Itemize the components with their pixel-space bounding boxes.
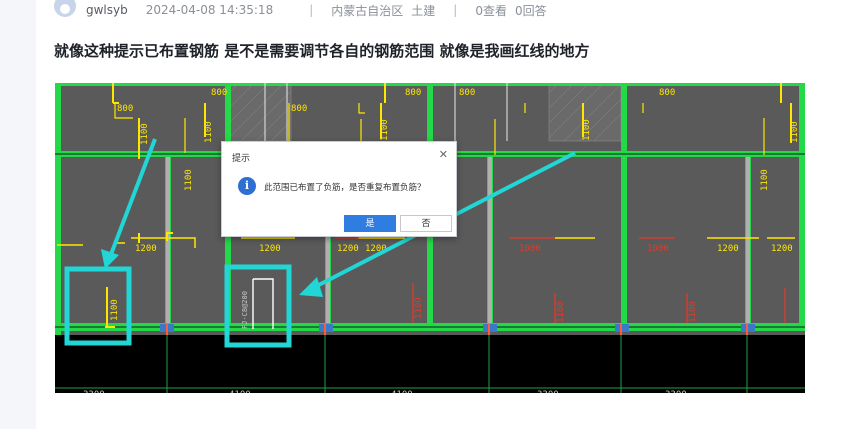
cad-dim-vertical: 1100: [380, 119, 390, 141]
cad-dim-vertical: 1100: [140, 123, 150, 145]
cad-dim-top: 800: [459, 88, 475, 98]
cad-dim-top: 800: [211, 88, 227, 98]
cad-drawing: 800 800 800 800 800 800 1100 1100 1100 1…: [55, 83, 805, 393]
cad-dim-top: 800: [659, 88, 675, 98]
post-title: 就像这种提示已布置钢筋 是不是需要调节各自的钢筋范围 就像是我画红线的地方: [54, 42, 590, 60]
dialog-yes-button[interactable]: 是: [344, 215, 396, 232]
avatar-head-icon: [60, 4, 70, 14]
post-region: 内蒙古自治区: [331, 3, 404, 18]
cad-dim-vertical: 1100: [556, 301, 566, 323]
cad-dim-span: 1200: [717, 244, 739, 254]
cad-dim-span: 1200: [259, 244, 281, 254]
cad-axis-dim: 4100: [229, 390, 251, 393]
post-answers: 0回答: [514, 3, 547, 18]
cad-dim-vertical: 1100: [790, 121, 800, 143]
post-username[interactable]: gwlsyb: [86, 3, 128, 17]
cad-dim-span: 1000: [519, 244, 541, 254]
cad-axis-dim: 3300: [665, 390, 687, 393]
dialog-no-button[interactable]: 否: [400, 215, 452, 232]
info-icon: i: [238, 177, 256, 195]
cad-dim-vertical: 1100: [760, 169, 770, 191]
cad-axis-dim: 4100: [391, 390, 413, 393]
cad-dim-span: 1000: [647, 244, 669, 254]
meta-separator: |: [309, 3, 314, 17]
avatar[interactable]: [54, 0, 76, 17]
cad-dim-span: 1200: [337, 244, 359, 254]
cad-dim-top: 800: [291, 104, 307, 114]
post-screenshot[interactable]: 800 800 800 800 800 800 1100 1100 1100 1…: [55, 83, 805, 393]
meta-separator: |: [453, 3, 458, 17]
post-timestamp: 2024-04-08 14:35:18: [145, 3, 274, 17]
post-card: gwlsyb 2024-04-08 14:35:18 | 内蒙古自治区 土建 |…: [36, 0, 848, 429]
cad-dim-vertical: 1100: [110, 299, 120, 321]
post-category[interactable]: 土建: [411, 2, 435, 19]
cad-dim-top: 800: [117, 104, 133, 114]
post-meta: gwlsyb 2024-04-08 14:35:18 | 内蒙古自治区 土建 |…: [54, 0, 547, 20]
post-views: 0查看: [475, 3, 507, 18]
cad-dim-span: 1200: [771, 244, 793, 254]
close-icon[interactable]: ✕: [439, 148, 448, 161]
cad-dim-span: 1200: [135, 244, 157, 254]
cad-axis-dim: 3300: [537, 390, 559, 393]
cad-axis-dim: 3300: [83, 390, 105, 393]
dialog-title: 提示: [232, 154, 251, 164]
cad-dim-vertical: 1100: [204, 121, 214, 143]
dialog-message: 此范围已布置了负筋，是否重复布置负筋？: [264, 183, 426, 193]
cad-dim-vertical: 1100: [688, 301, 698, 323]
cad-dim-vertical: 1100: [414, 297, 424, 319]
cad-dim-vertical: 1100: [184, 169, 194, 191]
cad-dim-top: 800: [405, 88, 421, 98]
left-gutter: [0, 0, 36, 429]
cad-dim-vertical: 1100: [582, 119, 592, 141]
confirm-dialog: 提示 ✕ i 此范围已布置了负筋，是否重复布置负筋？ 是 否: [221, 141, 457, 237]
cad-rebar-label: FJ-C8@200: [241, 291, 249, 329]
